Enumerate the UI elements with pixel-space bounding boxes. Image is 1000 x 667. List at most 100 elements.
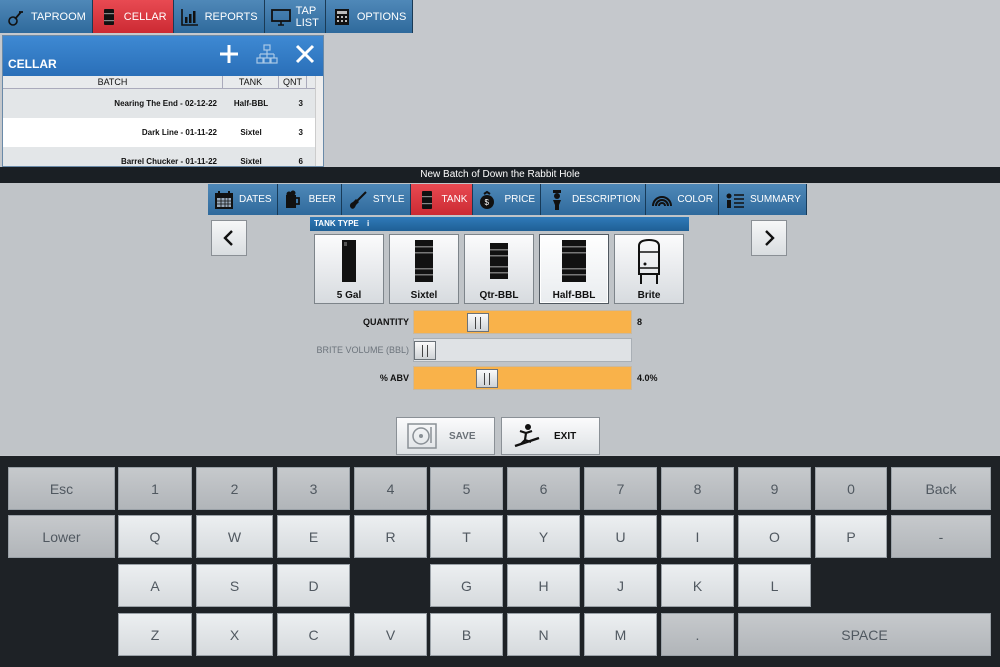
- svg-text:$: $: [485, 198, 490, 207]
- money-bag-icon: $: [480, 190, 495, 209]
- tab-label: SUMMARY: [749, 194, 801, 205]
- key-8[interactable]: 8: [661, 467, 734, 510]
- key-d[interactable]: D: [277, 564, 350, 607]
- key-v[interactable]: V: [354, 613, 427, 656]
- nav-cellar[interactable]: CELLAR: [92, 0, 174, 33]
- key-y[interactable]: Y: [507, 515, 580, 558]
- key-b[interactable]: B: [430, 613, 503, 656]
- key-period[interactable]: .: [661, 613, 734, 656]
- tank-option-brite[interactable]: Brite: [614, 234, 684, 304]
- key-h[interactable]: H: [507, 564, 580, 607]
- slider-thumb[interactable]: [476, 369, 498, 388]
- save-disc-icon: [407, 423, 437, 449]
- key-c[interactable]: C: [277, 613, 350, 656]
- nav-label: CELLAR: [123, 10, 167, 23]
- tab-summary[interactable]: SUMMARY: [718, 184, 807, 215]
- nav-taproom[interactable]: TAPROOM: [0, 0, 93, 33]
- nav-reports[interactable]: REPORTS: [173, 0, 265, 33]
- column-header-batch[interactable]: BATCH: [3, 76, 223, 88]
- info-icon[interactable]: i: [367, 219, 369, 228]
- key-4[interactable]: 4: [354, 467, 427, 510]
- next-button[interactable]: [751, 220, 787, 256]
- top-nav: TAPROOM CELLAR REPORTS TAP LIST OPTIONS: [0, 0, 414, 33]
- key-l[interactable]: L: [738, 564, 811, 607]
- abv-slider[interactable]: [413, 366, 632, 390]
- key-9[interactable]: 9: [738, 467, 811, 510]
- add-icon[interactable]: [217, 42, 241, 66]
- column-header-tank[interactable]: TANK: [223, 76, 279, 88]
- quantity-slider[interactable]: [413, 310, 632, 334]
- tab-style[interactable]: STYLE: [341, 184, 411, 215]
- cellar-column-headers: BATCH TANK QNT: [3, 76, 323, 89]
- key-q[interactable]: Q: [118, 515, 192, 558]
- tab-dates[interactable]: DATES: [208, 184, 278, 215]
- tab-label: BEER: [308, 194, 336, 205]
- tab-tank[interactable]: TANK: [410, 184, 474, 215]
- key-lower[interactable]: Lower: [8, 515, 115, 558]
- key-r[interactable]: R: [354, 515, 427, 558]
- key-z[interactable]: Z: [118, 613, 192, 656]
- key-i[interactable]: I: [661, 515, 734, 558]
- key-x[interactable]: X: [196, 613, 273, 656]
- nav-tap-list[interactable]: TAP LIST: [264, 0, 326, 33]
- half-keg-icon: [562, 240, 586, 282]
- tab-price[interactable]: $ PRICE: [473, 184, 542, 215]
- cellar-scrollbar[interactable]: [315, 76, 323, 166]
- brite-volume-row: BRITE VOLUME (BBL): [300, 338, 680, 362]
- nav-options[interactable]: OPTIONS: [325, 0, 414, 33]
- tab-label: TANK: [441, 194, 468, 205]
- key-space[interactable]: SPACE: [738, 613, 991, 656]
- key-g[interactable]: G: [430, 564, 503, 607]
- table-row[interactable]: Dark Line - 01-11-22 Sixtel 3: [3, 118, 323, 147]
- key-j[interactable]: J: [584, 564, 657, 607]
- exit-snowboarder-icon: [514, 424, 540, 448]
- key-esc[interactable]: Esc: [8, 467, 115, 510]
- nav-label: TAPROOM: [31, 10, 86, 23]
- exit-label: EXIT: [554, 430, 577, 442]
- tank-option-half-bbl[interactable]: Half-BBL: [539, 234, 609, 304]
- cellar-header: CELLAR: [3, 36, 323, 76]
- prev-button[interactable]: [211, 220, 247, 256]
- column-header-qnt[interactable]: QNT: [279, 76, 307, 88]
- brite-volume-slider[interactable]: [413, 338, 632, 362]
- key-m[interactable]: M: [584, 613, 657, 656]
- beer-icon: [285, 190, 300, 208]
- key-w[interactable]: W: [196, 515, 273, 558]
- tank-option-sixtel[interactable]: Sixtel: [389, 234, 459, 304]
- key-t[interactable]: T: [430, 515, 503, 558]
- slider-thumb[interactable]: [467, 313, 489, 332]
- key-6[interactable]: 6: [507, 467, 580, 510]
- slider-thumb[interactable]: [414, 341, 436, 360]
- tank-option-label: Sixtel: [410, 290, 438, 301]
- table-row[interactable]: Nearing The End - 02-12-22 Half-BBL 3: [3, 89, 323, 118]
- key-1[interactable]: 1: [118, 467, 192, 510]
- tab-beer[interactable]: BEER: [277, 184, 342, 215]
- hierarchy-icon[interactable]: [255, 42, 279, 66]
- key-n[interactable]: N: [507, 613, 580, 656]
- key-0[interactable]: 0: [815, 467, 887, 510]
- key-5[interactable]: 5: [430, 467, 503, 510]
- key-e[interactable]: E: [277, 515, 350, 558]
- keg-icon: [421, 190, 432, 209]
- close-icon[interactable]: [293, 42, 317, 66]
- key-hyphen[interactable]: -: [891, 515, 991, 558]
- onscreen-keyboard: Esc 1 2 3 4 5 6 7 8 9 0 Back Lower Q W E…: [0, 456, 1000, 667]
- table-row[interactable]: Barrel Chucker - 01-11-22 Sixtel 6: [3, 147, 323, 166]
- exit-button[interactable]: EXIT: [501, 417, 600, 455]
- key-p[interactable]: P: [815, 515, 887, 558]
- key-7[interactable]: 7: [584, 467, 657, 510]
- key-2[interactable]: 2: [196, 467, 273, 510]
- key-s[interactable]: S: [196, 564, 273, 607]
- tank-option-5-gal[interactable]: 5 Gal: [314, 234, 384, 304]
- save-button[interactable]: SAVE: [396, 417, 495, 455]
- tank-option-qtr-bbl[interactable]: Qtr-BBL: [464, 234, 534, 304]
- key-3[interactable]: 3: [277, 467, 350, 510]
- key-u[interactable]: U: [584, 515, 657, 558]
- key-o[interactable]: O: [738, 515, 811, 558]
- key-a[interactable]: A: [118, 564, 192, 607]
- key-backspace[interactable]: Back: [891, 467, 991, 510]
- tab-description[interactable]: DESCRIPTION: [541, 184, 647, 215]
- tab-color[interactable]: COLOR: [646, 184, 719, 215]
- cell-tank: Half-BBL: [233, 99, 269, 108]
- key-k[interactable]: K: [661, 564, 734, 607]
